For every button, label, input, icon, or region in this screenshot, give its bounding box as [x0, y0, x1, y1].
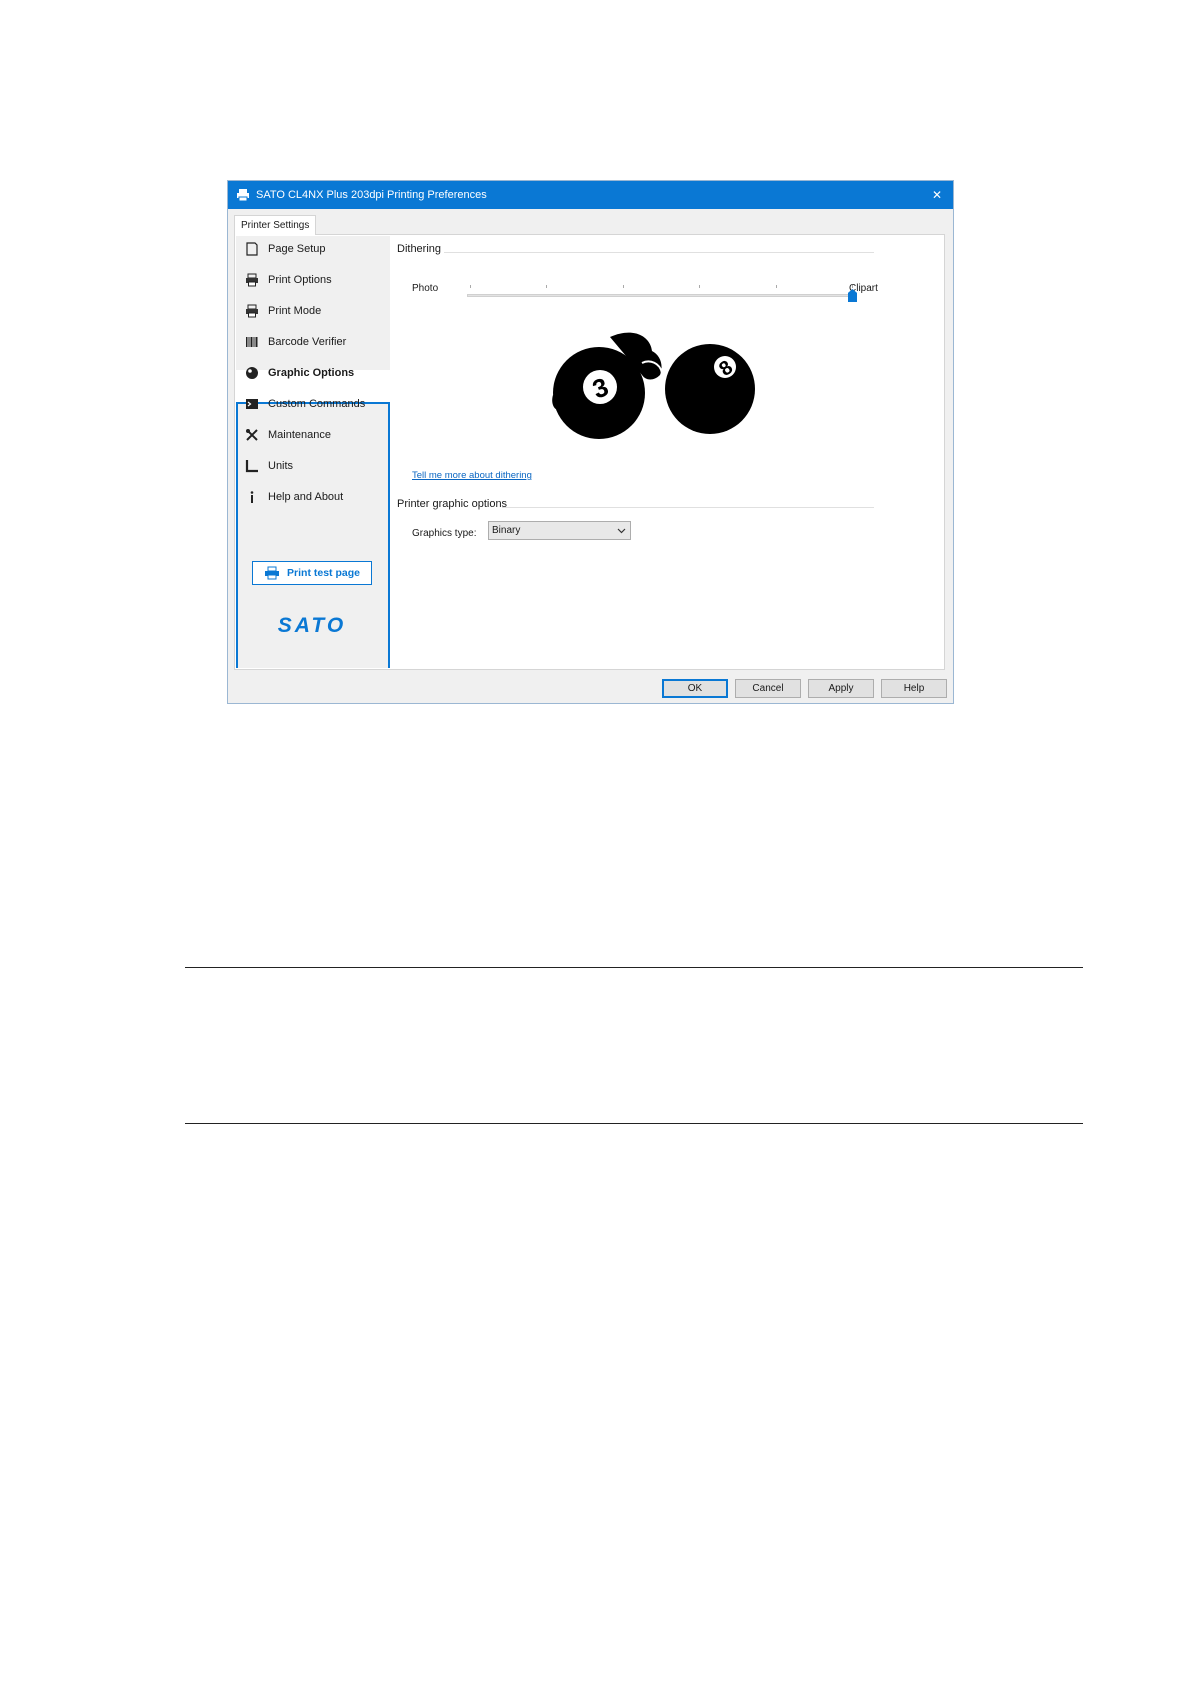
dithering-slider[interactable]: [467, 294, 857, 297]
sidebar-item-barcode-verifier[interactable]: Barcode Verifier: [245, 330, 385, 354]
graphic-options-content: Dithering Photo Clipart 3 8 Tell me more…: [392, 235, 944, 669]
title-bar: SATO CL4NX Plus 203dpi Printing Preferen…: [228, 181, 953, 209]
slider-tick: [470, 285, 471, 288]
sidebar-item-print-mode[interactable]: Print Mode: [245, 299, 385, 323]
sidebar-item-label: Help and About: [268, 491, 344, 503]
chevron-down-icon: [617, 528, 626, 534]
tab-printer-settings[interactable]: Printer Settings: [234, 215, 317, 235]
dithering-help-link[interactable]: Tell me more about dithering: [412, 470, 532, 481]
sidebar-item-graphic-options[interactable]: Graphic Options: [245, 361, 385, 385]
sidebar-item-custom-commands[interactable]: Custom Commands: [245, 392, 385, 416]
graphics-type-label: Graphics type:: [412, 528, 477, 539]
graphics-type-select[interactable]: Binary: [488, 521, 631, 540]
sidebar-item-label: Print Mode: [268, 305, 322, 317]
printer-graphic-options-title: Printer graphic options: [397, 498, 508, 510]
sidebar-item-label: Units: [268, 460, 294, 472]
cancel-button[interactable]: Cancel: [735, 679, 801, 698]
printer-icon: [246, 273, 258, 287]
page-icon: [246, 242, 258, 256]
divider: [444, 252, 874, 253]
sidebar-item-page-setup[interactable]: Page Setup: [245, 237, 385, 261]
printing-preferences-window: SATO CL4NX Plus 203dpi Printing Preferen…: [227, 180, 954, 704]
slider-tick: [776, 285, 777, 288]
sidebar-item-help-and-about[interactable]: Help and About: [245, 485, 385, 509]
print-test-page-button[interactable]: Print test page: [252, 561, 372, 585]
slider-min-label: Photo: [412, 283, 439, 294]
printer-icon: [246, 304, 258, 318]
sidebar-item-maintenance[interactable]: Maintenance: [245, 423, 385, 447]
sidebar-item-units[interactable]: Units: [245, 454, 385, 478]
printer-icon: [237, 189, 249, 202]
apply-button[interactable]: Apply: [808, 679, 874, 698]
tools-icon: [246, 429, 258, 441]
sato-logo-text: SATO: [278, 615, 346, 635]
ruler-icon: [245, 460, 258, 473]
tab-panel: Page Setup Print Options Print Mode Barc…: [234, 234, 945, 670]
graphics-type-value: Binary: [492, 525, 521, 536]
page-divider-line: [185, 967, 1083, 968]
help-button[interactable]: Help: [881, 679, 947, 698]
sidebar-item-label: Graphic Options: [268, 367, 355, 379]
sidebar-item-label: Custom Commands: [268, 398, 366, 410]
divider: [502, 507, 874, 508]
ok-button[interactable]: OK: [662, 679, 728, 698]
slider-tick: [699, 285, 700, 288]
dithering-preview-image: 3 8: [552, 332, 755, 439]
page-divider-line: [185, 1123, 1083, 1124]
slider-tick: [623, 285, 624, 288]
sidebar-item-label: Print Options: [268, 274, 332, 286]
sidebar-item-label: Maintenance: [268, 429, 331, 441]
sato-logo: SATO: [278, 615, 346, 635]
ball-icon: [246, 367, 258, 379]
sidebar-item-label: Page Setup: [268, 243, 326, 255]
terminal-icon: [246, 399, 258, 409]
printer-icon: [265, 566, 280, 580]
barcode-icon: [246, 337, 258, 347]
close-icon: ✕: [931, 188, 943, 202]
window-title: SATO CL4NX Plus 203dpi Printing Preferen…: [256, 189, 487, 201]
slider-tick: [546, 285, 547, 288]
slider-tick: [852, 285, 853, 288]
close-button[interactable]: ✕: [927, 185, 947, 205]
sidebar-item-print-options[interactable]: Print Options: [245, 268, 385, 292]
info-icon: [250, 491, 254, 503]
print-test-page-label: Print test page: [287, 567, 360, 579]
sidebar-item-label: Barcode Verifier: [268, 336, 347, 348]
dithering-group-title: Dithering: [397, 243, 442, 255]
